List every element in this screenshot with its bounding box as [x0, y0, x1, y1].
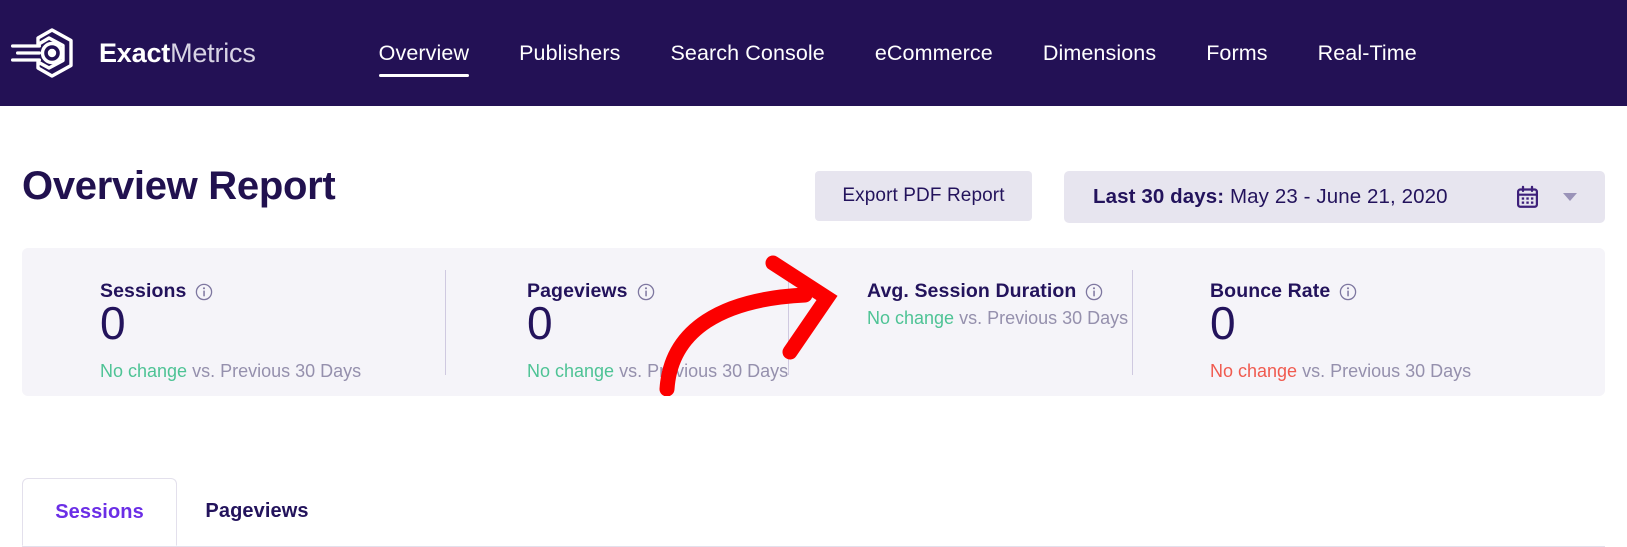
report-page: Overview Report Export PDF Report Last 3… [0, 106, 1627, 547]
date-range-value: May 23 - June 21, 2020 [1224, 185, 1448, 208]
stat-header: Avg. Session Duration [867, 280, 1103, 303]
exactmetrics-hexagon-logo-icon [11, 28, 73, 78]
stat-card-pageviews: Pageviews 0 No change vs. Previous 30 Da… [527, 248, 872, 396]
stat-card-avg-session-duration: Avg. Session Duration No change vs. Prev… [867, 248, 1237, 396]
brand-name-light: Metrics [170, 37, 256, 68]
stat-value-pageviews: 0 [527, 297, 553, 349]
info-icon[interactable] [1085, 283, 1103, 301]
stat-change-sessions: No change vs. Previous 30 Days [100, 361, 361, 382]
brand-name: ExactMetrics [99, 38, 256, 69]
info-icon[interactable] [637, 283, 655, 301]
stat-change-comparison: vs. Previous 30 Days [187, 361, 362, 381]
page-title: Overview Report [22, 164, 336, 208]
stat-change-comparison: vs. Previous 30 Days [614, 361, 789, 381]
stat-change-word: No change [867, 308, 955, 328]
stat-change-word: No change [1210, 361, 1298, 381]
stat-value-bounce-rate: 0 [1210, 297, 1236, 349]
main-nav-items: Overview Publishers Search Console eComm… [354, 0, 1442, 106]
stat-change-word: No change [100, 361, 188, 381]
stat-change-pageviews: No change vs. Previous 30 Days [527, 361, 788, 382]
nav-item-search-console[interactable]: Search Console [645, 0, 849, 106]
stat-change-comparison: vs. Previous 30 Days [1297, 361, 1472, 381]
stat-card-bounce-rate: Bounce Rate 0 No change vs. Previous 30 … [1210, 248, 1555, 396]
stat-value-sessions: 0 [100, 297, 126, 349]
stats-summary-card: Sessions 0 No change vs. Previous 30 Day… [22, 248, 1605, 396]
date-range-picker[interactable]: Last 30 days: May 23 - June 21, 2020 [1064, 171, 1605, 223]
tab-sessions[interactable]: Sessions [22, 478, 177, 546]
chart-tab-bar: Sessions Pageviews [22, 478, 1605, 547]
info-icon[interactable] [1339, 283, 1357, 301]
page-header-row: Overview Report Export PDF Report Last 3… [0, 154, 1627, 234]
stat-change-avg-session-duration: No change vs. Previous 30 Days [867, 308, 1128, 329]
stat-change-comparison: vs. Previous 30 Days [954, 308, 1129, 328]
tab-pageviews[interactable]: Pageviews [177, 478, 337, 546]
nav-item-overview[interactable]: Overview [354, 0, 494, 106]
date-range-label: Last 30 days: [1093, 185, 1225, 208]
stat-card-sessions: Sessions 0 No change vs. Previous 30 Day… [100, 248, 445, 396]
export-pdf-report-button[interactable]: Export PDF Report [815, 171, 1032, 221]
stat-divider [445, 270, 446, 375]
stat-label-avg-session-duration: Avg. Session Duration [867, 280, 1077, 302]
calendar-icon [1517, 185, 1538, 208]
nav-item-dimensions[interactable]: Dimensions [1018, 0, 1181, 106]
stat-change-word: No change [527, 361, 615, 381]
brand-name-bold: Exact [99, 37, 171, 68]
info-icon[interactable] [195, 283, 213, 301]
chevron-down-icon[interactable] [1563, 193, 1577, 201]
stat-change-bounce-rate: No change vs. Previous 30 Days [1210, 361, 1471, 382]
date-range-text: Last 30 days: May 23 - June 21, 2020 [1093, 185, 1448, 209]
nav-item-ecommerce[interactable]: eCommerce [850, 0, 1018, 106]
nav-item-publishers[interactable]: Publishers [494, 0, 645, 106]
brand-logo-group[interactable]: ExactMetrics [8, 25, 256, 81]
top-navigation-bar: ExactMetrics Overview Publishers Search … [0, 0, 1627, 106]
nav-item-forms[interactable]: Forms [1181, 0, 1292, 106]
nav-item-real-time[interactable]: Real-Time [1293, 0, 1442, 106]
